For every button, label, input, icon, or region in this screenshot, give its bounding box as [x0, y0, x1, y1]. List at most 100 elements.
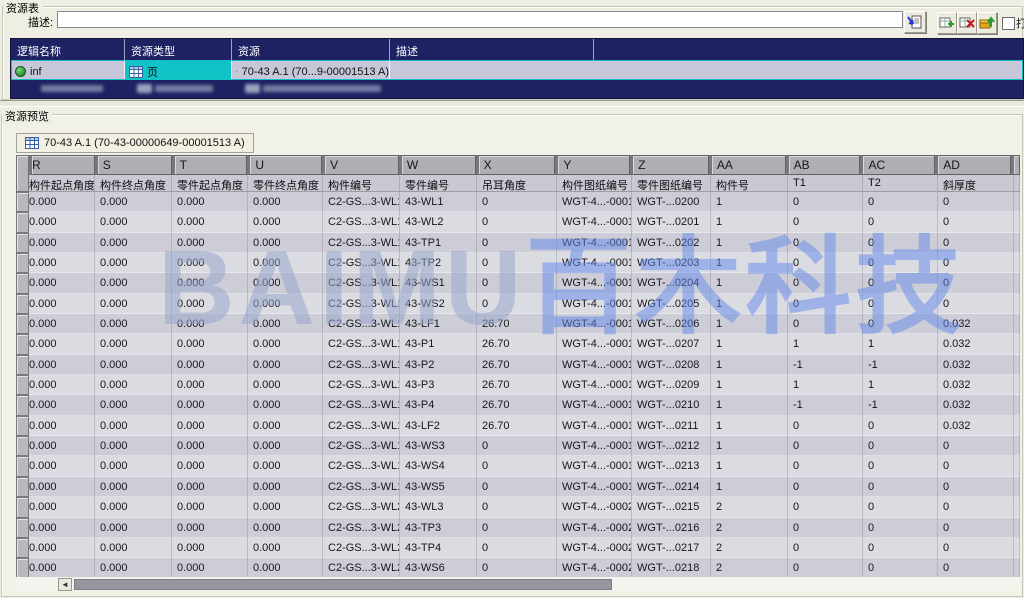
grid-cell[interactable]: 0 — [938, 192, 1014, 212]
grid-cell[interactable]: 0.000 — [29, 558, 95, 577]
grid-cell[interactable]: WGT-...0214 — [632, 477, 711, 497]
column-header[interactable]: T2 — [863, 175, 938, 191]
column-letter-R[interactable]: R — [29, 155, 95, 175]
row-selector[interactable] — [16, 294, 29, 314]
grid-cell[interactable]: 0 — [477, 233, 557, 253]
column-header[interactable]: 零件图纸编号 — [632, 175, 711, 191]
column-letter-V[interactable]: V — [322, 155, 399, 175]
grid-cell[interactable]: 43-WL2 — [400, 212, 477, 232]
row-selector[interactable] — [16, 314, 29, 334]
grid-cell[interactable]: 0.000 — [172, 314, 248, 334]
grid-cell[interactable]: C2-GS...3-WL2 — [323, 518, 400, 538]
grid-cell[interactable]: 0.000 — [29, 233, 95, 253]
grid-cell[interactable]: 0.000 — [29, 192, 95, 212]
grid-cell[interactable]: 0.000 — [172, 497, 248, 517]
row-selector[interactable] — [16, 416, 29, 436]
grid-cell[interactable]: 0 — [938, 212, 1014, 232]
scroll-left-arrow[interactable]: ◄ — [58, 578, 72, 591]
grid-cell[interactable]: 0 — [863, 558, 938, 577]
grid-cell[interactable]: 0.000 — [172, 456, 248, 476]
grid-cell[interactable]: 0 — [477, 294, 557, 314]
row-selector[interactable] — [16, 477, 29, 497]
grid-cell[interactable]: 0 — [788, 558, 863, 577]
grid-cell[interactable]: WGT-4...-0001 — [557, 294, 632, 314]
row-selector[interactable] — [16, 375, 29, 395]
grid-cell[interactable]: C2-GS...3-WL2 — [323, 538, 400, 558]
grid-cell[interactable]: 2 — [711, 497, 788, 517]
grid-cell[interactable]: 0.000 — [248, 518, 323, 538]
grid-cell[interactable]: 43-TP3 — [400, 518, 477, 538]
grid-cell[interactable]: 0 — [477, 518, 557, 538]
grid-cell[interactable]: 0.000 — [29, 273, 95, 293]
grid-cell[interactable]: WGT-...0202 — [632, 233, 711, 253]
grid-corner-stub[interactable] — [16, 155, 29, 192]
grid-cell[interactable]: 0.000 — [95, 192, 172, 212]
row-selector[interactable] — [16, 558, 29, 577]
grid-cell[interactable]: 0 — [477, 538, 557, 558]
grid-cell[interactable]: WGT-...0203 — [632, 253, 711, 273]
column-header[interactable]: 斜厚度 — [938, 175, 1014, 191]
row-selector[interactable] — [16, 273, 29, 293]
column-letter-AD[interactable]: AD — [935, 155, 1011, 175]
grid-cell[interactable]: WGT-4...-0001 — [557, 212, 632, 232]
grid-cell[interactable]: 43-TP4 — [400, 538, 477, 558]
column-letter-X[interactable]: X — [476, 155, 556, 175]
grid-cell[interactable]: 1 — [711, 233, 788, 253]
grid-cell[interactable]: 43-P1 — [400, 334, 477, 354]
description-input[interactable] — [57, 11, 903, 28]
grid-cell[interactable]: 1 — [711, 416, 788, 436]
grid-cell[interactable]: 0.032 — [938, 355, 1014, 375]
grid-cell[interactable]: 0 — [788, 273, 863, 293]
grid-cell[interactable]: 0.000 — [172, 233, 248, 253]
grid-cell[interactable]: 0.000 — [95, 212, 172, 232]
grid-cell[interactable]: 0.032 — [938, 314, 1014, 334]
grid-cell[interactable]: WGT-...0213 — [632, 456, 711, 476]
option-checkbox[interactable] — [1002, 17, 1015, 30]
grid-cell[interactable]: 43-TP1 — [400, 233, 477, 253]
add-resource-button[interactable] — [937, 12, 957, 34]
grid-cell[interactable]: 0.000 — [248, 192, 323, 212]
sheet-tab[interactable]: 70-43 A.1 (70-43-00000649-00001513 A) — [16, 133, 254, 153]
grid-cell[interactable]: 0 — [863, 538, 938, 558]
grid-cell[interactable]: C2-GS...3-WL1 — [323, 375, 400, 395]
grid-cell[interactable]: 0.000 — [172, 253, 248, 273]
grid-cell[interactable]: 0 — [863, 497, 938, 517]
grid-cell[interactable]: 0 — [788, 436, 863, 456]
grid-cell[interactable]: 0.000 — [29, 334, 95, 354]
column-letter-AB[interactable]: AB — [786, 155, 861, 175]
grid-cell[interactable]: -1 — [863, 355, 938, 375]
grid-cell[interactable]: 0 — [477, 477, 557, 497]
grid-cell[interactable]: 0 — [863, 456, 938, 476]
grid-cell[interactable]: 0.000 — [95, 355, 172, 375]
grid-cell[interactable]: 0.000 — [29, 294, 95, 314]
grid-cell[interactable]: 0.000 — [95, 273, 172, 293]
grid-cell[interactable]: 0 — [938, 436, 1014, 456]
row-selector[interactable] — [16, 212, 29, 232]
grid-cell[interactable]: 0.000 — [172, 416, 248, 436]
grid-cell[interactable]: 1 — [711, 334, 788, 354]
column-letter-U[interactable]: U — [247, 155, 322, 175]
column-letter-AA[interactable]: AA — [709, 155, 786, 175]
grid-cell[interactable]: WGT-4...-0001 — [557, 334, 632, 354]
grid-cell[interactable]: C2-GS...3-WL1 — [323, 456, 400, 476]
column-header[interactable]: 构件图纸编号 — [557, 175, 632, 191]
grid-cell[interactable]: 0 — [938, 456, 1014, 476]
grid-cell[interactable]: 0.000 — [29, 375, 95, 395]
column-letter-Z[interactable]: Z — [630, 155, 709, 175]
grid-cell[interactable]: 0.000 — [248, 355, 323, 375]
grid-cell[interactable]: 0 — [477, 253, 557, 273]
col-header-resource-type[interactable]: 资源类型 — [125, 39, 232, 60]
grid-cell[interactable]: C2-GS...3-WL1 — [323, 477, 400, 497]
grid-cell[interactable]: 0.000 — [29, 518, 95, 538]
grid-cell[interactable]: 0.000 — [29, 538, 95, 558]
grid-cell[interactable]: 0 — [938, 294, 1014, 314]
grid-cell[interactable]: 0.000 — [248, 477, 323, 497]
grid-cell[interactable]: 0.000 — [29, 456, 95, 476]
grid-cell[interactable]: 0.000 — [29, 477, 95, 497]
grid-cell[interactable]: 0.000 — [172, 294, 248, 314]
grid-cell[interactable]: 0.000 — [172, 558, 248, 577]
column-header[interactable]: 零件起点角度 — [172, 175, 248, 191]
grid-cell[interactable]: 0 — [788, 518, 863, 538]
grid-cell[interactable]: 1 — [711, 477, 788, 497]
grid-cell[interactable]: WGT-4...-0001 — [557, 456, 632, 476]
